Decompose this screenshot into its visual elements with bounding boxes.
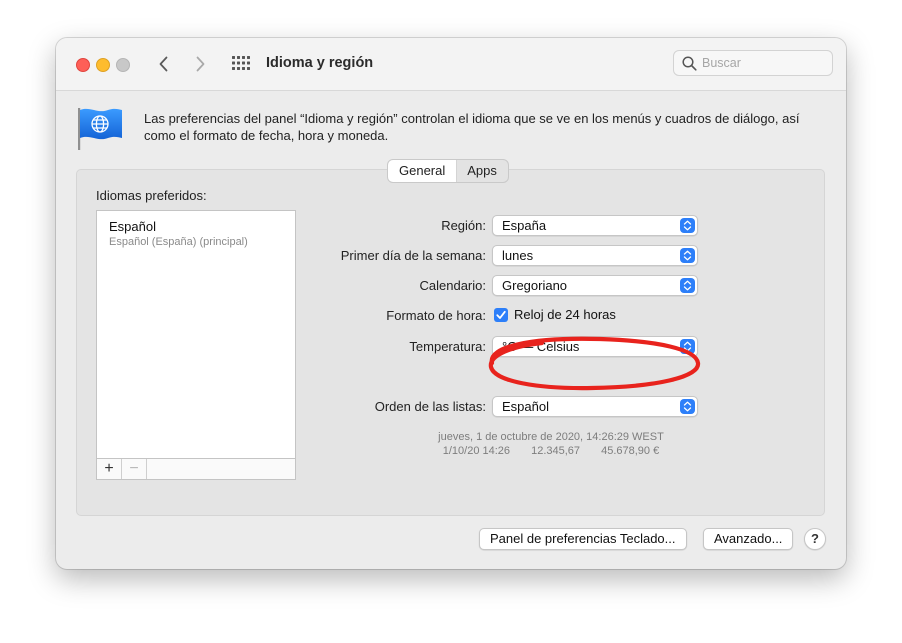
list-order-value: Español xyxy=(502,399,549,414)
temperature-select[interactable]: °C — Celsius xyxy=(492,336,698,357)
add-language-button[interactable]: + xyxy=(97,459,122,479)
search-field[interactable] xyxy=(673,50,833,76)
advanced-button[interactable]: Avanzado... xyxy=(703,528,794,550)
updown-chevron-icon xyxy=(680,399,695,414)
example-formats: 1/10/20 14:26 12.345,67 45.678,90 € xyxy=(336,445,766,457)
list-footer: + − xyxy=(97,458,295,479)
updown-chevron-icon xyxy=(680,278,695,293)
chevron-left-icon xyxy=(159,56,168,72)
forward-button[interactable] xyxy=(188,52,212,76)
checkmark-icon xyxy=(496,310,506,319)
first-day-label: Primer día de la semana: xyxy=(340,248,486,263)
temperature-label: Temperatura: xyxy=(409,339,486,354)
title-bar: Idioma y región xyxy=(56,38,846,91)
temperature-value: °C — Celsius xyxy=(502,339,580,354)
panel-description: Las preferencias del panel “Idioma y reg… xyxy=(144,111,800,143)
window-title: Idioma y región xyxy=(266,55,374,71)
list-order-select[interactable]: Español xyxy=(492,396,698,417)
calendar-label: Calendario: xyxy=(419,278,487,293)
language-name: Español xyxy=(109,219,156,234)
keyboard-preferences-button[interactable]: Panel de preferencias Teclado... xyxy=(479,528,687,550)
calendar-select[interactable]: Gregoriano xyxy=(492,275,698,296)
help-button[interactable]: ? xyxy=(804,528,826,550)
tab-general[interactable]: General xyxy=(388,160,457,182)
panel-icon xyxy=(76,106,126,155)
chevron-right-icon xyxy=(196,56,205,72)
search-icon xyxy=(682,56,697,71)
language-detail: Español (España) (principal) xyxy=(109,236,248,248)
remove-language-button[interactable]: − xyxy=(122,459,147,479)
time-format-label: Formato de hora: xyxy=(386,308,486,323)
preferred-languages-label: Idiomas preferidos: xyxy=(96,188,207,203)
updown-chevron-icon xyxy=(680,248,695,263)
preferences-window: Idioma y región Buscar Las preferencias … xyxy=(56,38,846,569)
region-label: Región: xyxy=(441,218,486,233)
example-number: 12.345,67 xyxy=(531,445,581,457)
search-input[interactable] xyxy=(702,54,826,72)
grid-icon xyxy=(232,56,250,70)
show-all-button[interactable] xyxy=(232,56,250,70)
example-short-date: 1/10/20 14:26 xyxy=(442,445,511,457)
close-button[interactable] xyxy=(76,58,90,72)
calendar-value: Gregoriano xyxy=(502,278,568,293)
region-select[interactable]: España xyxy=(492,215,698,236)
preferred-languages-list[interactable]: Español Español (España) (principal) + − xyxy=(96,210,296,480)
first-day-value: lunes xyxy=(502,248,534,263)
zoom-button[interactable] xyxy=(116,58,130,72)
list-order-label: Orden de las listas: xyxy=(374,399,486,414)
example-long-date: jueves, 1 de octubre de 2020, 14:26:29 W… xyxy=(438,431,664,443)
region-value: España xyxy=(502,218,547,233)
updown-chevron-icon xyxy=(680,339,695,354)
blue-flag-globe-icon xyxy=(78,108,122,150)
minimize-button[interactable] xyxy=(96,58,110,72)
updown-chevron-icon xyxy=(680,218,695,233)
tab-apps[interactable]: Apps xyxy=(456,160,508,182)
clock-24h-checkbox[interactable] xyxy=(494,308,508,322)
clock-24h-label: Reloj de 24 horas xyxy=(514,307,616,322)
tab-bar: General Apps xyxy=(387,159,509,183)
back-button[interactable] xyxy=(152,52,176,76)
first-day-select[interactable]: lunes xyxy=(492,245,698,266)
example-currency: 45.678,90 € xyxy=(601,445,660,457)
